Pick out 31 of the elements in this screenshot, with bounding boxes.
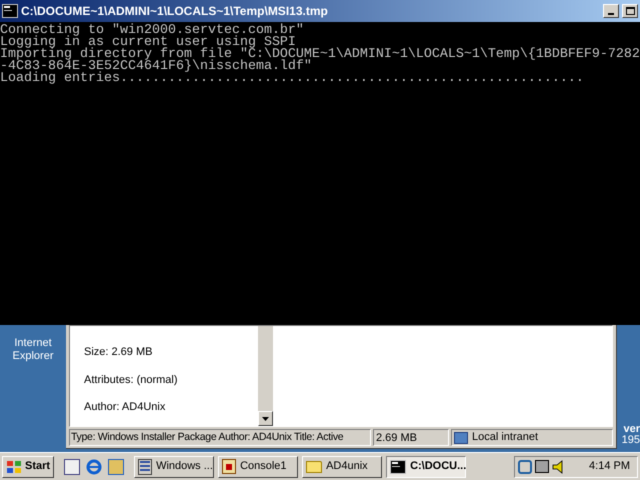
detail-text: Attributes: (normal) xyxy=(84,372,179,388)
command-prompt-icon xyxy=(390,460,406,474)
scrollbar[interactable] xyxy=(258,326,273,426)
taskbar-button[interactable]: C:\DOCU... xyxy=(386,456,466,478)
computers-icon[interactable] xyxy=(535,460,549,473)
folder-icon xyxy=(306,460,322,472)
minimize-button[interactable] xyxy=(603,4,619,18)
desktop-icon-label: 195 xyxy=(622,435,640,446)
detail-text: Author: AD4Unix xyxy=(84,400,166,415)
windows-logo-icon xyxy=(6,460,22,474)
start-button[interactable]: Start xyxy=(2,456,54,478)
internet-explorer-icon[interactable] xyxy=(86,458,102,474)
taskbar-button[interactable]: Console1 xyxy=(218,456,298,478)
clock: 4:14 PM xyxy=(589,459,631,474)
console-line: Loading entries.......................................................... xyxy=(0,73,585,85)
taskbar-button[interactable]: AD4unix xyxy=(302,456,382,478)
desktop-icon-label[interactable]: Internet Explorer xyxy=(8,337,58,363)
down-arrow-icon xyxy=(262,416,269,420)
desktop-icon-label: ver xyxy=(623,424,640,435)
detail-text: Size: 2.69 MB xyxy=(84,345,154,360)
scroll-down-button[interactable] xyxy=(258,411,273,426)
server-icon xyxy=(138,458,152,474)
maximize-button[interactable] xyxy=(622,4,638,18)
command-prompt-icon xyxy=(2,4,18,18)
zone-label: Local intranet xyxy=(472,430,538,446)
console-line: -4C83-864E-3E52CC4641F6}\nisschema.ldf" xyxy=(0,61,312,73)
window-title: C:\DOCUME~1\ADMINI~1\LOCALS~1\Temp\MSI13.tmp xyxy=(21,3,328,20)
status-size: 2.69 MB xyxy=(373,429,449,446)
taskbar-button[interactable]: Windows ... xyxy=(134,456,214,478)
status-text: Type: Windows Installer Package Author: AD4Unix Title: Active xyxy=(69,429,371,446)
console-line: Connecting to "win2000.servtec.com.br" xyxy=(0,25,305,37)
